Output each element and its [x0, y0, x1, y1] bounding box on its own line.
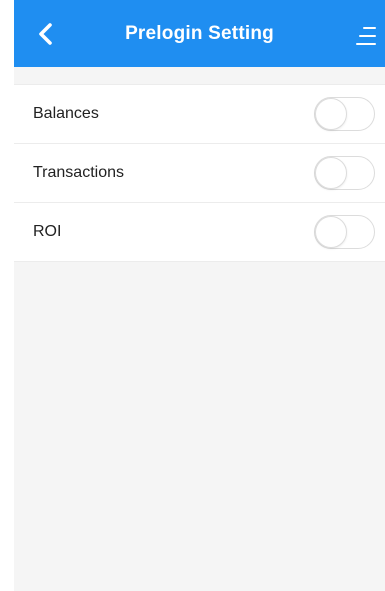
transactions-toggle[interactable] — [314, 156, 375, 190]
setting-row-roi: ROI — [14, 203, 385, 262]
roi-toggle[interactable] — [314, 215, 375, 249]
header-spacer — [14, 67, 385, 84]
toggle-knob — [315, 216, 347, 248]
menu-icon — [356, 27, 376, 45]
settings-list: Balances Transactions ROI — [14, 84, 385, 262]
setting-label-balances: Balances — [33, 105, 99, 122]
back-button[interactable] — [32, 20, 60, 48]
app-screen: Prelogin Setting Balances Transactions R… — [14, 0, 385, 591]
setting-label-roi: ROI — [33, 223, 62, 240]
toggle-knob — [315, 98, 347, 130]
page-title: Prelogin Setting — [125, 22, 274, 44]
toggle-knob — [315, 157, 347, 189]
chevron-left-icon — [39, 23, 52, 45]
setting-row-balances: Balances — [14, 85, 385, 144]
setting-row-transactions: Transactions — [14, 144, 385, 203]
setting-label-transactions: Transactions — [33, 164, 124, 181]
balances-toggle[interactable] — [314, 97, 375, 131]
header-bar: Prelogin Setting — [14, 0, 385, 67]
menu-button[interactable] — [355, 24, 377, 50]
